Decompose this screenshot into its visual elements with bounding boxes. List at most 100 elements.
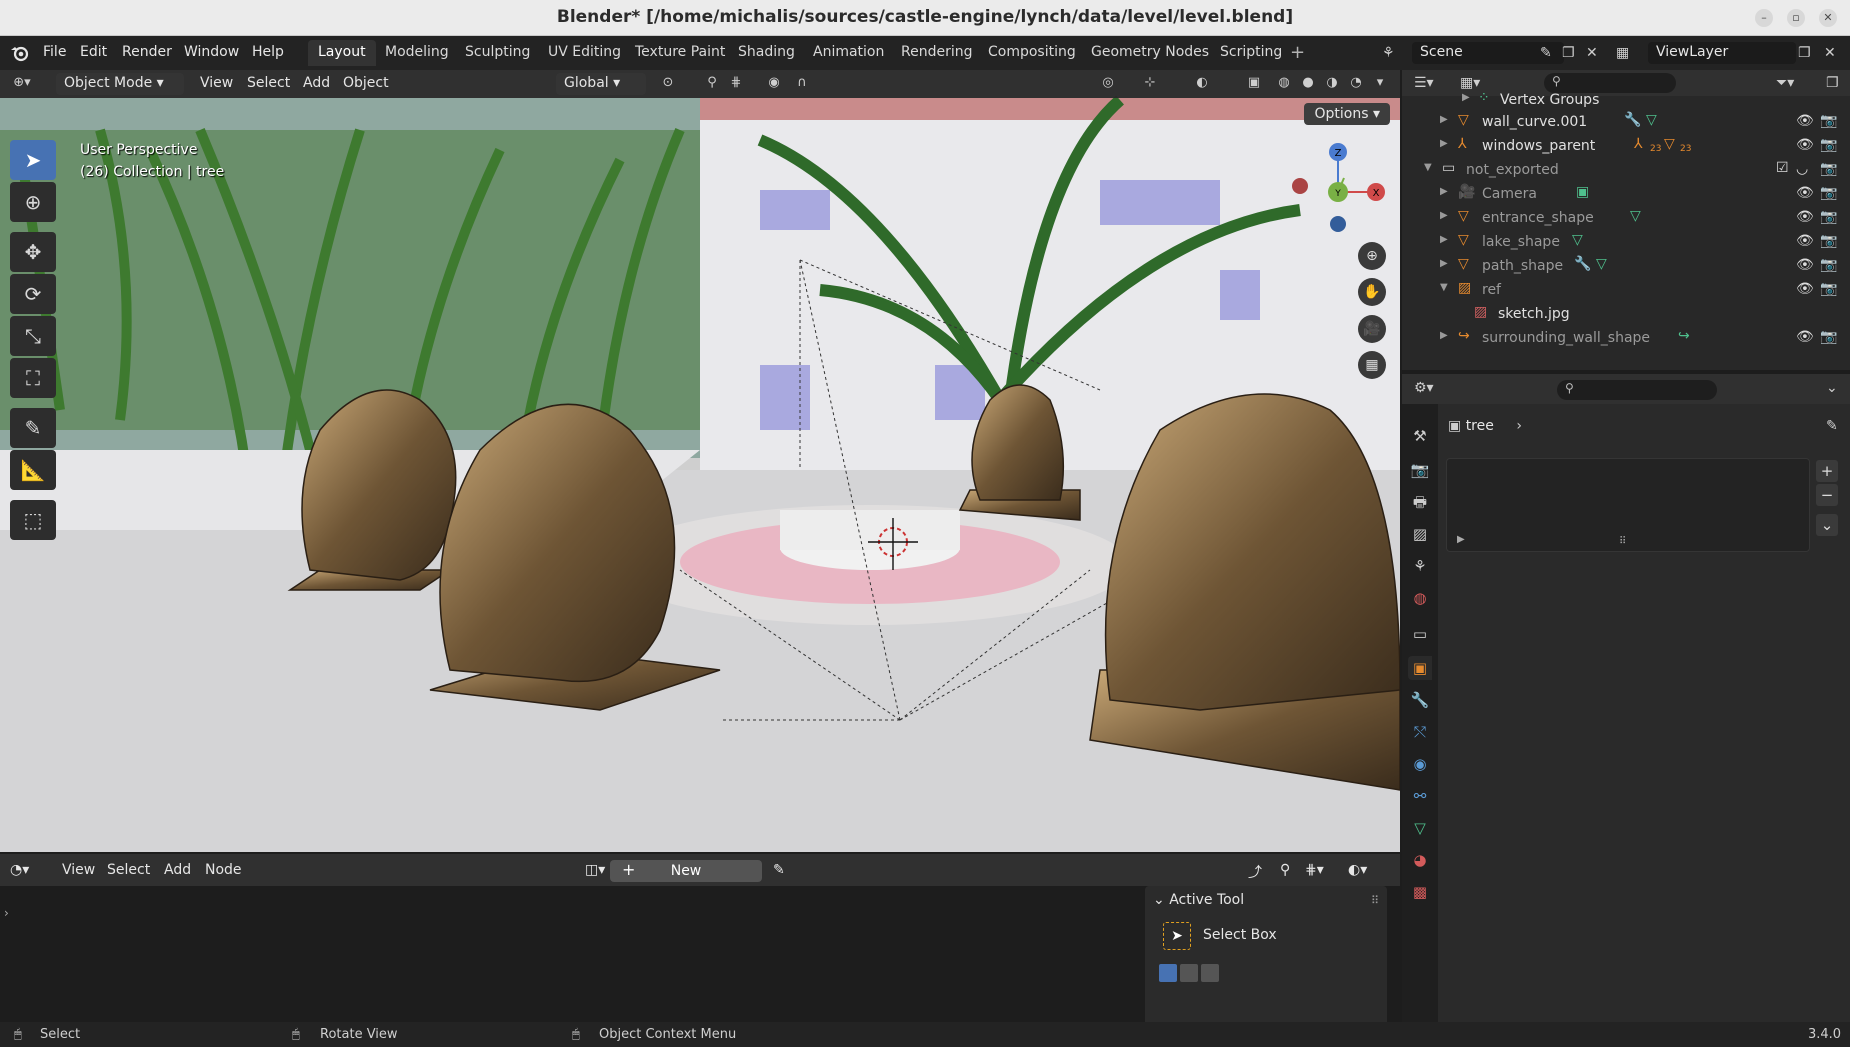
sidebar-expand-icon[interactable]: › <box>4 906 9 920</box>
select-box-icon[interactable]: ➤ <box>1163 922 1191 950</box>
menu-render[interactable]: Render <box>122 44 172 60</box>
menu-help[interactable]: Help <box>252 44 284 60</box>
expand-icon[interactable]: ▶ <box>1440 330 1448 341</box>
viewport-menu-select[interactable]: Select <box>247 75 290 91</box>
new-scene-icon[interactable]: ❐ <box>1562 45 1575 61</box>
browse-material-icon[interactable]: ◫▾ <box>585 862 605 878</box>
camera-view-icon[interactable]: 🎥 <box>1358 315 1386 343</box>
snap-mode-icon[interactable]: ⋕▾ <box>1305 862 1324 878</box>
maximize-button[interactable]: ▫ <box>1787 9 1805 27</box>
checkbox-icon[interactable]: ☑ <box>1776 160 1789 176</box>
cursor-tool[interactable]: ⊕ <box>10 182 56 222</box>
outliner-row-vertex-groups[interactable]: ▶ ⁘ Vertex Groups <box>1402 88 1850 112</box>
viewport-menu-add[interactable]: Add <box>303 75 330 91</box>
tab-shading[interactable]: Shading <box>728 40 805 66</box>
render-camera-icon[interactable]: 📷 <box>1820 113 1837 129</box>
expand-icon[interactable]: ▶ <box>1440 114 1448 125</box>
physics-tab-icon[interactable]: ◉ <box>1408 752 1432 776</box>
blender-logo-icon[interactable] <box>10 44 30 62</box>
add-slot-button[interactable]: + <box>1816 460 1838 482</box>
constraints-tab-icon[interactable]: ⚯ <box>1408 784 1432 808</box>
render-camera-icon[interactable]: 📷 <box>1820 257 1837 273</box>
gizmo-toggle-icon[interactable]: ⊹ <box>1140 75 1160 93</box>
eye-icon[interactable]: 👁 <box>1796 233 1814 249</box>
rendered-shading-icon[interactable]: ◔ <box>1346 75 1366 93</box>
select-mode-extend-button[interactable] <box>1180 964 1198 982</box>
proportional-edit-icon[interactable]: ◉ <box>764 75 784 93</box>
drag-handle-icon[interactable]: ⠿ <box>1371 894 1379 907</box>
3d-viewport[interactable]: ⊕▾ Object Mode ▾ View Select Add Object … <box>0 70 1400 852</box>
object-tab-icon[interactable]: ▣ <box>1408 656 1432 680</box>
render-camera-icon[interactable]: 📷 <box>1820 161 1837 177</box>
remove-scene-icon[interactable]: ✕ <box>1586 45 1598 61</box>
add-workspace-icon[interactable]: + <box>1290 42 1305 63</box>
navigation-gizmo[interactable]: Z X Y <box>1288 130 1388 240</box>
close-button[interactable]: ✕ <box>1819 9 1837 27</box>
solid-shading-icon[interactable]: ● <box>1298 75 1318 93</box>
texture-tab-icon[interactable]: ▩ <box>1408 880 1432 904</box>
new-view-layer-icon[interactable]: ❐ <box>1798 45 1811 61</box>
slot-menu-button[interactable]: ⌄ <box>1816 514 1838 536</box>
outliner[interactable]: ☰▾ ▦▾ ⚲ ⏷▾ ❐ ▶ ⁘ Vertex Groups ▶ ▽ wall_… <box>1402 70 1850 370</box>
eye-icon[interactable]: 👁 <box>1796 113 1814 129</box>
collapse-icon[interactable]: ▼ <box>1440 282 1448 293</box>
active-tool-header[interactable]: ⌄ Active Tool <box>1153 892 1244 908</box>
tab-scripting[interactable]: Scripting <box>1210 40 1292 66</box>
outliner-row-wall-curve[interactable]: ▶ ▽ wall_curve.001 🔧 ▽ 👁 📷 <box>1402 110 1850 134</box>
parent-node-icon[interactable]: ⤴ <box>1248 862 1262 882</box>
visibility-icon[interactable]: ◎ <box>1098 75 1118 93</box>
node-menu-add[interactable]: Add <box>164 862 191 878</box>
rotate-tool[interactable]: ⟳ <box>10 274 56 314</box>
editor-type-icon[interactable]: ⊕▾ <box>12 75 32 93</box>
world-tab-icon[interactable]: ◍ <box>1408 586 1432 610</box>
outliner-row-surrounding-wall[interactable]: ▶ ↪ surrounding_wall_shape ↪ 👁 📷 <box>1402 326 1850 350</box>
tab-rendering[interactable]: Rendering <box>891 40 983 66</box>
tab-uv-editing[interactable]: UV Editing <box>538 40 631 66</box>
tab-texture-paint[interactable]: Texture Paint <box>625 40 735 66</box>
tab-modeling[interactable]: Modeling <box>375 40 459 66</box>
particles-tab-icon[interactable]: ⤲ <box>1408 720 1432 744</box>
expand-icon[interactable]: ▶ <box>1462 92 1470 103</box>
falloff-icon[interactable]: ∩ <box>792 75 812 93</box>
overlay-icon[interactable]: ◐ <box>1192 75 1212 93</box>
modifier-tab-icon[interactable]: 🔧 <box>1408 688 1432 712</box>
ortho-grid-icon[interactable]: ▦ <box>1358 351 1386 379</box>
outliner-row-entrance-shape[interactable]: ▶ ▽ entrance_shape ▽ 👁 📷 <box>1402 206 1850 230</box>
expand-icon[interactable]: ▶ <box>1440 186 1448 197</box>
expand-icon[interactable]: ▶ <box>1440 210 1448 221</box>
viewport-menu-view[interactable]: View <box>200 75 233 91</box>
snap-icon[interactable]: ⚲ <box>1280 862 1290 878</box>
view-layer-icon[interactable]: ▦ <box>1616 45 1629 61</box>
node-editor-type-icon[interactable]: ◔▾ <box>10 862 29 878</box>
collapse-icon[interactable]: ▼ <box>1424 162 1432 173</box>
outliner-row-sketch[interactable]: ▨ sketch.jpg <box>1402 302 1850 326</box>
snap-target-icon[interactable]: ⋕ <box>726 75 746 93</box>
options-dropdown[interactable]: Options ▾ <box>1304 103 1390 125</box>
render-tab-icon[interactable]: 📷 <box>1408 458 1432 482</box>
material-tab-icon[interactable]: ◕ <box>1408 848 1432 872</box>
transform-orientation-dropdown[interactable]: Global ▾ <box>556 73 646 95</box>
menu-file[interactable]: File <box>43 44 66 60</box>
outliner-row-camera[interactable]: ▶ 🎥 Camera ▣ 👁 📷 <box>1402 182 1850 206</box>
viewport-menu-object[interactable]: Object <box>343 75 389 91</box>
render-camera-icon[interactable]: 📷 <box>1820 281 1837 297</box>
move-tool[interactable]: ✥ <box>10 232 56 272</box>
data-tab-icon[interactable]: ▽ <box>1408 816 1432 840</box>
node-menu-view[interactable]: View <box>62 862 95 878</box>
collection-tab-icon[interactable]: ▭ <box>1408 622 1432 646</box>
properties-object-breadcrumb[interactable]: ▣ tree › <box>1448 418 1522 434</box>
outliner-row-windows-parent[interactable]: ▶ ⅄ windows_parent ⅄ 23 ▽ 23 👁 📷 <box>1402 134 1850 158</box>
view-layer-tab-icon[interactable]: ▨ <box>1408 522 1432 546</box>
zoom-icon[interactable]: ⊕ <box>1358 242 1386 270</box>
select-mode-new-button[interactable] <box>1159 964 1177 982</box>
tab-layout[interactable]: Layout <box>308 40 376 66</box>
properties-search-input[interactable]: ⚲ <box>1557 380 1717 400</box>
properties-editor[interactable]: ⚙▾ ⚲ ⌄ ⚒ 📷 🖶 ▨ ⚘ ◍ ▭ ▣ 🔧 ⤲ ◉ ⚯ ▽ ◕ ▩ ▣ t… <box>1402 374 1850 1022</box>
remove-slot-button[interactable]: − <box>1816 484 1838 506</box>
select-box-tool[interactable]: ➤ <box>10 140 56 180</box>
material-slot-list[interactable]: ▶ ⠿ <box>1446 458 1810 552</box>
eye-icon[interactable]: 👁 <box>1796 257 1814 273</box>
output-tab-icon[interactable]: 🖶 <box>1408 490 1432 514</box>
annotate-tool[interactable]: ✎ <box>10 408 56 448</box>
wireframe-shading-icon[interactable]: ◍ <box>1274 75 1294 93</box>
